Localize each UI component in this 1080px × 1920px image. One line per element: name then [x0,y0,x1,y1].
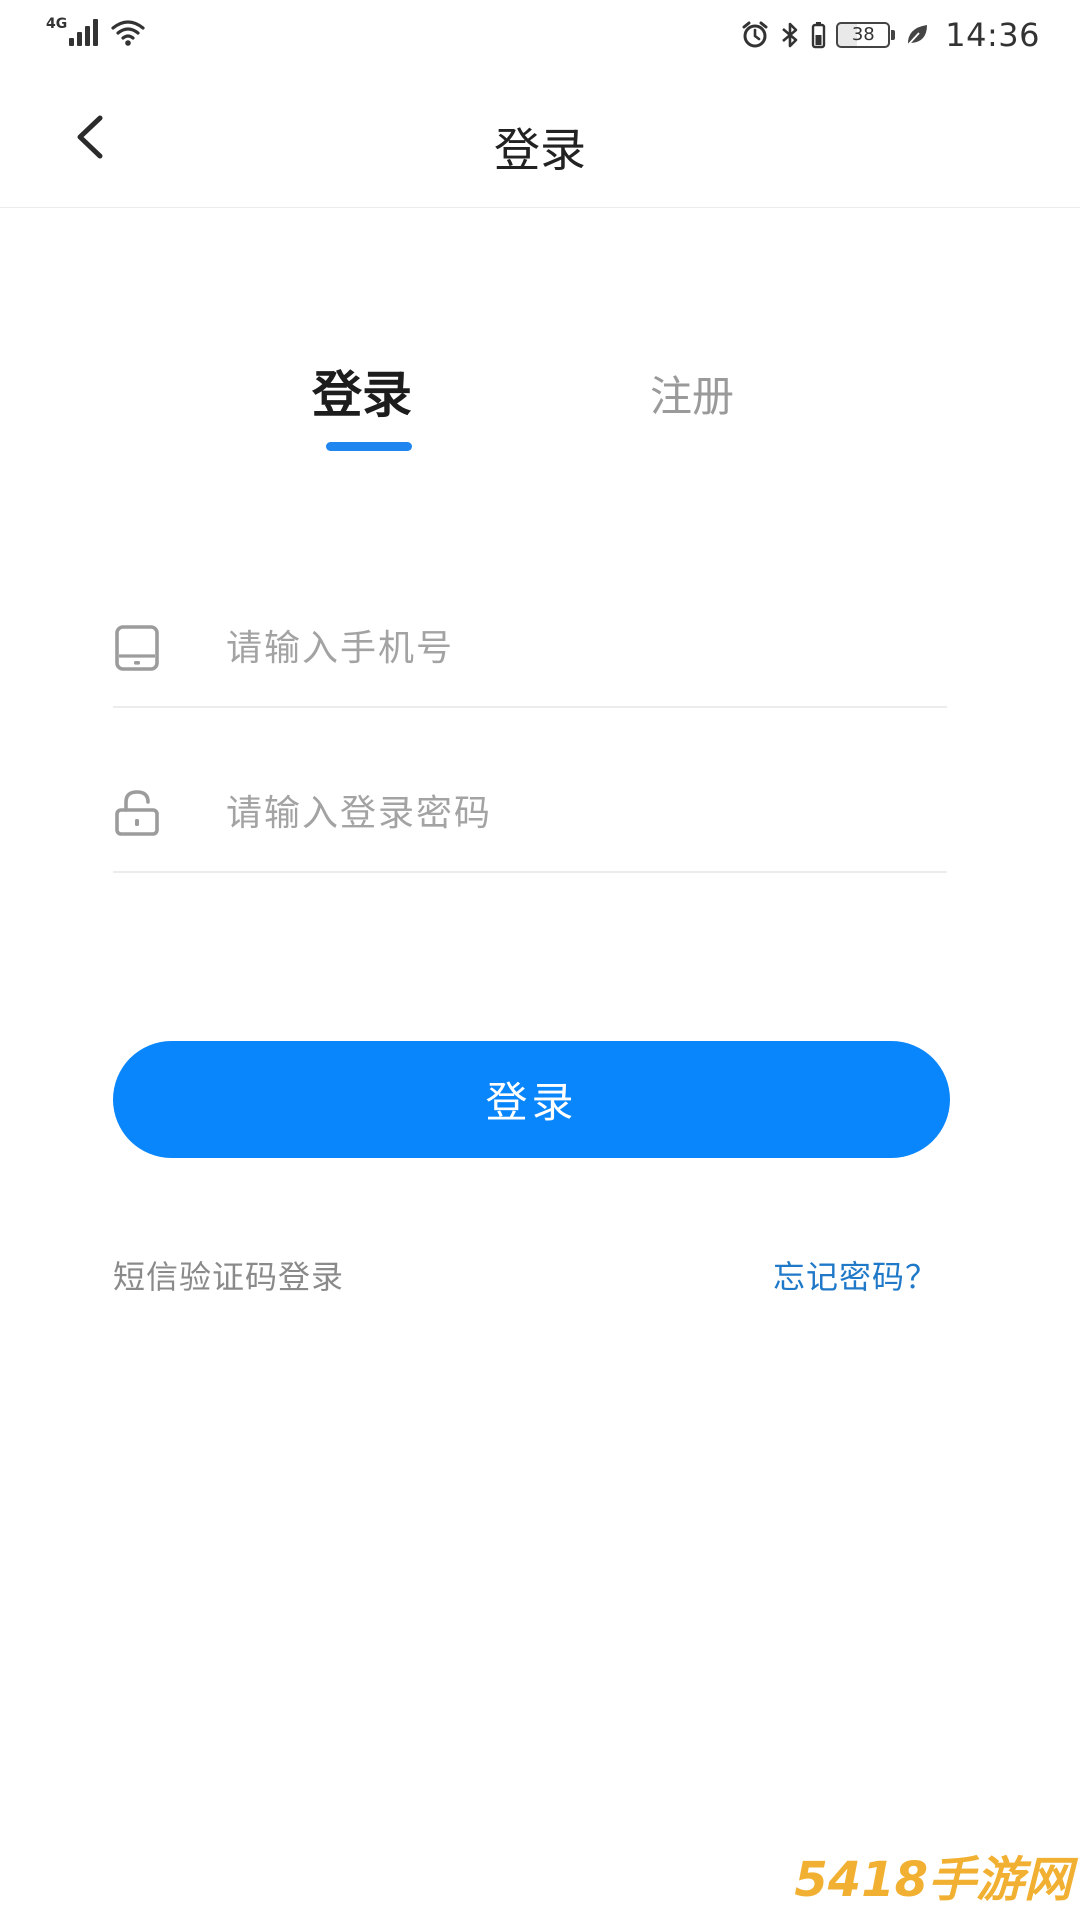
lock-icon [115,790,159,836]
leaf-icon [907,25,928,46]
network-type-label: 4G [46,16,68,32]
sms-login-link[interactable]: 短信验证码登录 [113,1252,344,1298]
tab-register[interactable]: 注册 [650,363,734,424]
phone-icon [115,625,159,671]
login-screen: 4G 38 14:36 登录 登录 注册 请输入手机号 登录 短信验证码登录 忘… [0,0,1080,1920]
status-bar-left: 4G [46,16,146,46]
signal-icon [69,18,99,46]
tab-active-indicator [326,442,412,451]
bluetooth-icon [782,22,798,48]
login-button[interactable]: 登录 [113,1041,950,1158]
site-watermark: 5418手游网 [794,1852,1072,1908]
battery-level: 38 [836,22,891,48]
nav-bar: 登录 [0,70,1080,208]
wifi-icon [111,20,145,46]
password-input[interactable] [226,773,926,853]
status-bar-right: 38 14:36 [740,16,1040,54]
battery-tip [891,30,896,40]
vibrate-battery-icon [812,22,826,49]
phone-field-row [113,588,947,708]
battery-indicator: 38 [836,22,896,48]
phone-input[interactable] [226,608,926,688]
tab-login[interactable]: 登录 [312,355,412,427]
status-bar: 4G 38 14:36 [0,0,1080,70]
forgot-password-link[interactable]: 忘记密码？ [773,1252,938,1298]
page-title: 登录 [494,123,586,177]
status-time: 14:36 [945,16,1040,54]
auth-tabs: 登录 注册 [0,355,1080,465]
alarm-icon [742,21,768,48]
password-field-row [113,753,947,873]
